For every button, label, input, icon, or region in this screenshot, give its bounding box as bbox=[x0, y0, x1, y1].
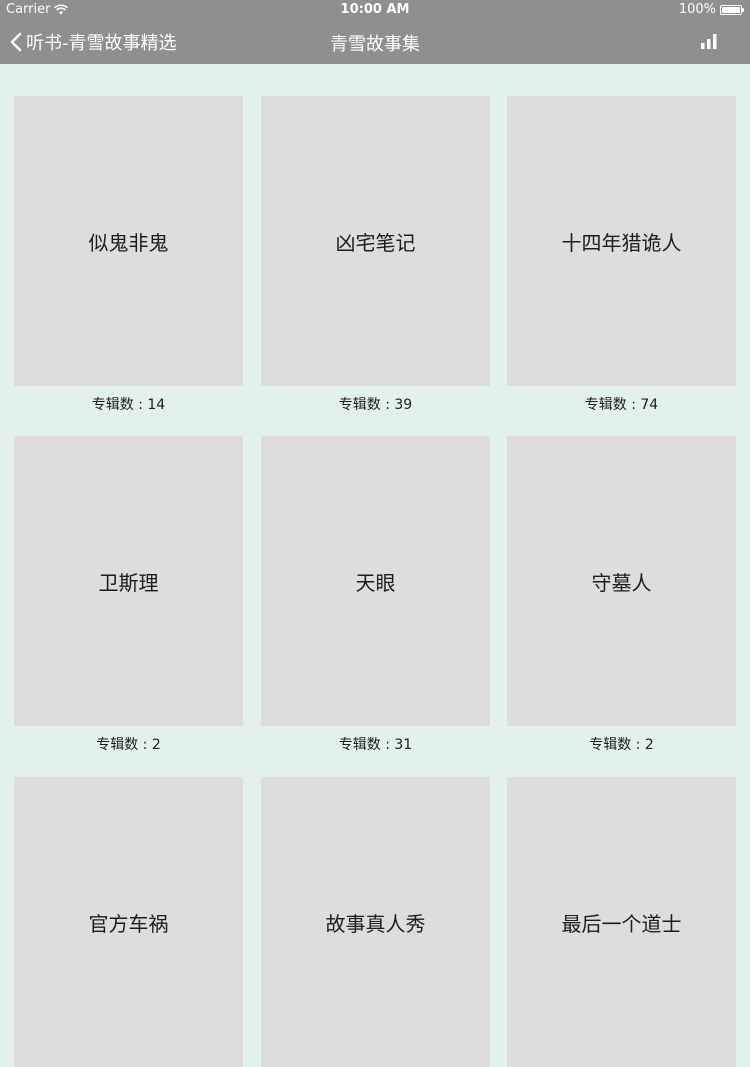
battery-icon bbox=[720, 4, 744, 15]
book-title: 似鬼非鬼 bbox=[88, 230, 169, 255]
book-cover[interactable]: 故事真人秀 bbox=[261, 777, 490, 1067]
album-count: 专辑数 : 74 bbox=[584, 397, 659, 413]
battery-percent: 100% bbox=[678, 2, 716, 17]
book-cover[interactable]: 最后一个道士 bbox=[507, 777, 736, 1067]
book-cover[interactable]: 卫斯理 bbox=[14, 436, 243, 726]
book-title: 官方车祸 bbox=[88, 911, 169, 936]
book-title: 卫斯理 bbox=[98, 570, 159, 595]
book-grid: 似鬼非鬼 凶宅笔记 十四年猎诡人 专辑数 : 14 专辑数 : 39 专辑数 :… bbox=[0, 64, 750, 1067]
book-title: 天眼 bbox=[355, 570, 396, 595]
book-cover[interactable]: 官方车祸 bbox=[14, 777, 243, 1067]
album-count: 专辑数 : 14 bbox=[91, 397, 166, 413]
book-title: 最后一个道士 bbox=[561, 911, 682, 936]
book-title: 凶宅笔记 bbox=[335, 230, 416, 255]
page-title: 青雪故事集 bbox=[330, 34, 420, 55]
book-cover[interactable]: 守墓人 bbox=[507, 436, 736, 726]
album-count: 专辑数 : 2 bbox=[96, 737, 161, 753]
album-count: 专辑数 : 2 bbox=[589, 737, 654, 753]
bar-chart-icon[interactable] bbox=[698, 30, 720, 52]
album-count: 专辑数 : 39 bbox=[338, 397, 413, 413]
book-cover[interactable]: 十四年猎诡人 bbox=[507, 96, 736, 386]
book-title: 故事真人秀 bbox=[325, 911, 426, 936]
status-time: 10:00 AM bbox=[340, 2, 410, 17]
album-count: 专辑数 : 31 bbox=[338, 737, 413, 753]
book-cover[interactable]: 凶宅笔记 bbox=[261, 96, 490, 386]
status-battery: 100% bbox=[678, 2, 744, 17]
book-title: 十四年猎诡人 bbox=[561, 230, 682, 255]
navigation-bar: Carrier 10:00 AM 100% 听书-青雪故事精选 青雪故事集 bbox=[0, 0, 750, 64]
book-title: 守墓人 bbox=[591, 570, 652, 595]
book-cover[interactable]: 天眼 bbox=[261, 436, 490, 726]
book-cover[interactable]: 似鬼非鬼 bbox=[14, 96, 243, 386]
